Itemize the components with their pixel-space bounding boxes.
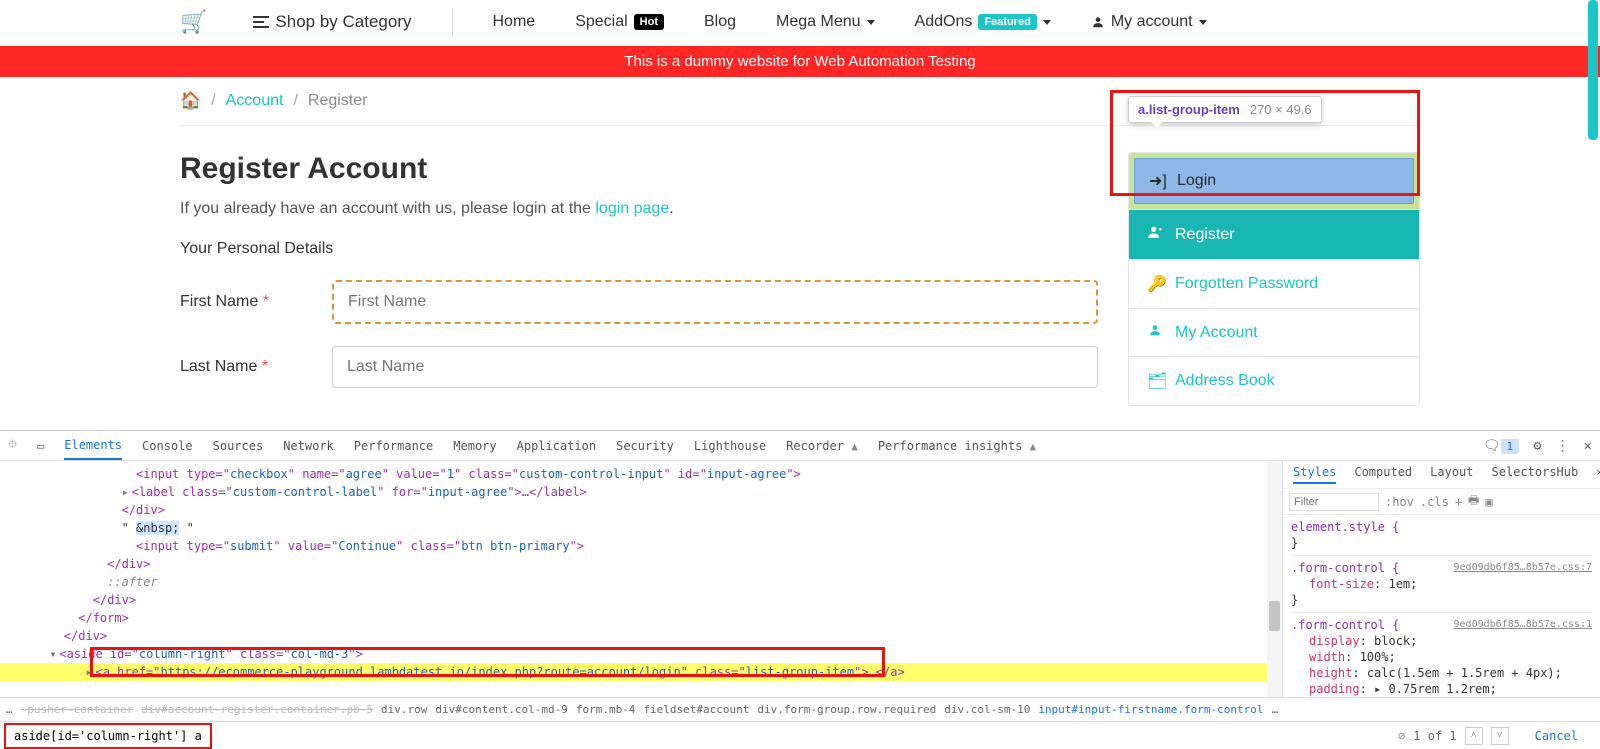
close-icon[interactable]: ✕ (1584, 438, 1592, 454)
breadcrumb-register: Register (308, 92, 368, 110)
styles-filter-input[interactable] (1289, 493, 1379, 511)
caret-icon (867, 20, 875, 25)
user-icon (1147, 323, 1163, 342)
first-name-row: First Name * (180, 280, 1098, 324)
sidebar-item-myaccount[interactable]: My Account (1129, 309, 1419, 357)
tooltip-selector: a.list-group-item (1138, 102, 1240, 117)
breadcrumb-separator: / (211, 92, 215, 110)
caret-icon (1043, 20, 1051, 25)
nav-my-account[interactable]: My account (1091, 13, 1207, 31)
sidebar-forgot-label: Forgotten Password (1175, 275, 1318, 293)
subtab-computed[interactable]: Computed (1354, 465, 1412, 484)
first-name-label: First Name * (180, 293, 332, 311)
user-icon (1091, 15, 1105, 29)
devtools-panel: ⯐ ▭ Elements Console Sources Network Per… (0, 430, 1600, 749)
tab-console[interactable]: Console (142, 433, 193, 459)
elements-search-input[interactable] (8, 726, 208, 746)
main-nav: 🛒 Shop by Category Home Special Hot Blog… (0, 0, 1600, 46)
tab-network[interactable]: Network (283, 433, 334, 459)
badge-hot: Hot (634, 14, 664, 30)
print-icon[interactable]: 🖶 (1468, 491, 1479, 512)
annotation-highlight-box-3 (4, 723, 212, 749)
page-scrollbar-thumb[interactable] (1588, 0, 1598, 140)
sidebar-register-label: Register (1175, 226, 1235, 244)
search-clear-icon[interactable]: ⊘ (1398, 729, 1405, 743)
inspector-tooltip: a.list-group-item 270 × 49.6 (1128, 96, 1322, 123)
search-next-button[interactable]: ˅ (1491, 727, 1509, 745)
tab-performance[interactable]: Performance (354, 433, 433, 459)
nav-addons-label: AddOns (915, 13, 973, 31)
more-icon[interactable]: ⋮ (1556, 438, 1570, 454)
category-label: Shop by Category (275, 12, 411, 32)
last-name-label: Last Name * (180, 358, 332, 376)
more-tabs-icon[interactable]: » (1596, 465, 1600, 484)
tooltip-dimensions: 270 × 49.6 (1250, 102, 1312, 117)
inspect-icon[interactable]: ⯐ (8, 435, 17, 456)
breadcrumb-separator: / (293, 92, 297, 110)
panel-mode-icon[interactable]: ▣ (1485, 495, 1492, 509)
breadcrumb-account[interactable]: Account (226, 92, 284, 110)
tab-elements[interactable]: Elements (64, 432, 122, 460)
elements-search-bar: ⊘ 1 of 1 ˄ ˅ Cancel (0, 721, 1600, 749)
search-result-count: 1 of 1 (1413, 729, 1456, 743)
notice-banner: This is a dummy website for Web Automati… (0, 46, 1600, 77)
issues-badge[interactable]: 🗨1 (1483, 438, 1519, 454)
new-rule-icon[interactable]: + (1455, 495, 1462, 509)
device-icon[interactable]: ▭ (37, 439, 44, 453)
nav-home[interactable]: Home (493, 13, 536, 31)
cls-toggle[interactable]: .cls (1420, 495, 1449, 509)
search-prev-button[interactable]: ˄ (1465, 727, 1483, 745)
subtab-layout[interactable]: Layout (1430, 465, 1473, 484)
nav-special-label: Special (575, 13, 627, 31)
hov-toggle[interactable]: :hov (1385, 495, 1414, 509)
tab-insights[interactable]: Performance insights ▲ (878, 433, 1036, 459)
elements-scrollbar-thumb[interactable] (1269, 601, 1280, 631)
elements-tree[interactable]: <input type="checkbox" name="agree" valu… (0, 461, 1282, 697)
section-legend: Your Personal Details (180, 240, 1098, 258)
css-rules[interactable]: element.style { } .form-control {9ed09db… (1283, 515, 1600, 697)
tab-lighthouse[interactable]: Lighthouse (694, 433, 766, 459)
tab-security[interactable]: Security (616, 433, 674, 459)
nav-addons[interactable]: AddOns Featured (915, 13, 1051, 31)
subtab-selectorshub[interactable]: SelectorsHub (1492, 465, 1579, 484)
styles-panel: Styles Computed Layout SelectorsHub » :h… (1282, 461, 1600, 697)
sidebar-item-register[interactable]: Register (1129, 210, 1419, 260)
elements-breadcrumb[interactable]: … -pusher-container div#account-register… (0, 697, 1600, 721)
badge-featured: Featured (978, 14, 1036, 30)
caret-icon (1199, 20, 1207, 25)
tab-recorder[interactable]: Recorder ▲ (786, 433, 858, 459)
nav-divider (452, 8, 453, 36)
address-book-icon: 🗂 (1147, 371, 1163, 391)
sidebar-item-address[interactable]: 🗂 Address Book (1129, 357, 1419, 405)
last-name-row: Last Name * (180, 346, 1098, 388)
nav-mega-menu[interactable]: Mega Menu (776, 13, 875, 31)
page-title: Register Account (180, 152, 1098, 186)
nav-blog[interactable]: Blog (704, 13, 736, 31)
last-name-input[interactable] (332, 346, 1098, 388)
nav-special[interactable]: Special Hot (575, 13, 664, 31)
sidebar-item-forgot[interactable]: 🔑 Forgotten Password (1129, 260, 1419, 309)
tab-application[interactable]: Application (517, 433, 596, 459)
sidebar-address-label: Address Book (1175, 372, 1275, 390)
cart-icon: 🛒 (180, 9, 207, 35)
home-icon[interactable]: 🏠 (180, 91, 201, 111)
nav-myaccount-label: My account (1111, 13, 1193, 31)
login-page-link[interactable]: login page (595, 200, 669, 217)
first-name-input[interactable] (332, 280, 1098, 324)
tab-memory[interactable]: Memory (453, 433, 496, 459)
required-star: * (263, 293, 269, 310)
nav-mega-label: Mega Menu (776, 13, 861, 31)
tab-sources[interactable]: Sources (213, 433, 264, 459)
shop-by-category[interactable]: Shop by Category (253, 12, 411, 32)
subtab-styles[interactable]: Styles (1293, 465, 1336, 484)
hamburger-icon (253, 16, 269, 28)
settings-icon[interactable]: ⚙ (1533, 438, 1541, 454)
devtools-tabs: ⯐ ▭ Elements Console Sources Network Per… (0, 431, 1600, 461)
search-cancel-button[interactable]: Cancel (1517, 729, 1596, 743)
login-hint: If you already have an account with us, … (180, 200, 1098, 218)
required-star: * (262, 358, 268, 375)
sidebar-myaccount-label: My Account (1175, 324, 1258, 342)
register-icon (1147, 224, 1163, 245)
key-icon: 🔑 (1147, 274, 1163, 294)
